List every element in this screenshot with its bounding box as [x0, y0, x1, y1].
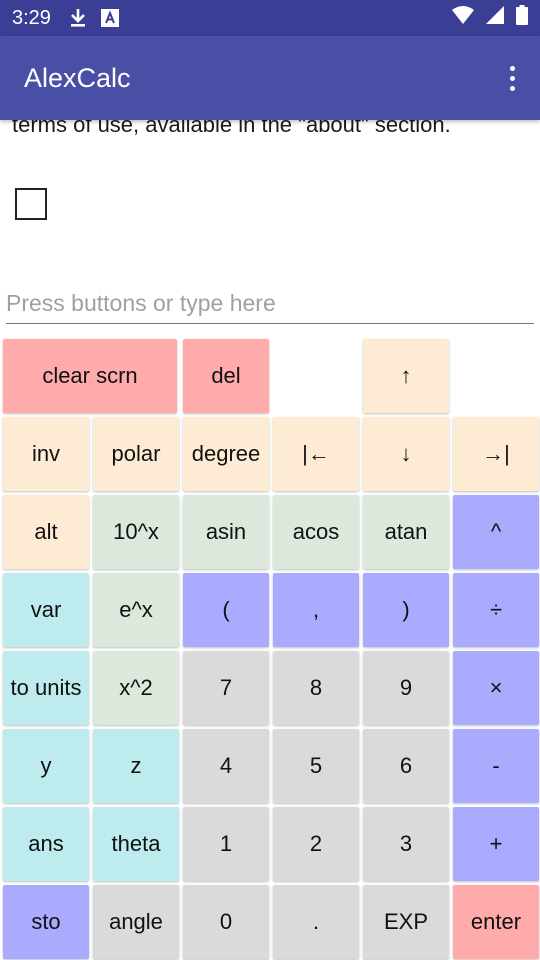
- multiply-button[interactable]: ×: [453, 651, 539, 725]
- download-icon: [69, 8, 87, 28]
- power-button[interactable]: ^: [453, 495, 539, 569]
- cursor-up-button[interactable]: ↑: [363, 339, 449, 413]
- store-button[interactable]: sto: [3, 885, 89, 959]
- comma-button[interactable]: ,: [273, 573, 359, 647]
- terms-checkbox[interactable]: [15, 188, 47, 220]
- clear-screen-button[interactable]: clear scrn: [3, 339, 177, 413]
- digit-4-button[interactable]: 4: [183, 729, 269, 803]
- theta-button[interactable]: theta: [93, 807, 179, 881]
- main-content: terms of use, available in the "about" s…: [0, 120, 540, 336]
- open-paren-button[interactable]: (: [183, 573, 269, 647]
- asin-button[interactable]: asin: [183, 495, 269, 569]
- status-time: 3:29: [12, 6, 51, 29]
- digit-7-button[interactable]: 7: [183, 651, 269, 725]
- terms-text: terms of use, available in the "about" s…: [12, 120, 451, 137]
- subtract-button[interactable]: -: [453, 729, 539, 803]
- atan-button[interactable]: atan: [363, 495, 449, 569]
- app-bar: AlexCalc: [0, 36, 540, 120]
- digit-0-button[interactable]: 0: [183, 885, 269, 959]
- cursor-end-button[interactable]: →|: [453, 417, 539, 491]
- cellular-icon: [486, 6, 504, 30]
- close-paren-button[interactable]: ): [363, 573, 449, 647]
- text-a-icon: [100, 9, 119, 27]
- ans-button[interactable]: ans: [3, 807, 89, 881]
- acos-button[interactable]: acos: [273, 495, 359, 569]
- add-button[interactable]: +: [453, 807, 539, 881]
- polar-button[interactable]: polar: [93, 417, 179, 491]
- alt-button[interactable]: alt: [3, 495, 89, 569]
- var-button[interactable]: var: [3, 573, 89, 647]
- app-title: AlexCalc: [24, 62, 131, 93]
- keypad: clear scrn del ↑ inv polar degree |← ↓ →…: [0, 336, 540, 960]
- battery-icon: [516, 5, 528, 31]
- exponent-button[interactable]: EXP: [363, 885, 449, 959]
- degree-button[interactable]: degree: [183, 417, 269, 491]
- to-units-button[interactable]: to units: [3, 651, 89, 725]
- exp-e-button[interactable]: e^x: [93, 573, 179, 647]
- z-variable-button[interactable]: z: [93, 729, 179, 803]
- divide-button[interactable]: ÷: [453, 573, 539, 647]
- inv-button[interactable]: inv: [3, 417, 89, 491]
- digit-1-button[interactable]: 1: [183, 807, 269, 881]
- digit-5-button[interactable]: 5: [273, 729, 359, 803]
- digit-3-button[interactable]: 3: [363, 807, 449, 881]
- digit-2-button[interactable]: 2: [273, 807, 359, 881]
- square-button[interactable]: x^2: [93, 651, 179, 725]
- overflow-menu-icon[interactable]: [500, 58, 524, 98]
- expression-input-wrap: [6, 284, 534, 324]
- digit-6-button[interactable]: 6: [363, 729, 449, 803]
- status-bar: 3:29: [0, 0, 540, 36]
- expression-input[interactable]: [6, 284, 534, 323]
- enter-button[interactable]: enter: [453, 885, 539, 959]
- ten-power-button[interactable]: 10^x: [93, 495, 179, 569]
- cursor-down-button[interactable]: ↓: [363, 417, 449, 491]
- cursor-home-button[interactable]: |←: [273, 417, 359, 491]
- wifi-icon: [452, 6, 474, 30]
- digit-9-button[interactable]: 9: [363, 651, 449, 725]
- digit-8-button[interactable]: 8: [273, 651, 359, 725]
- delete-button[interactable]: del: [183, 339, 269, 413]
- decimal-point-button[interactable]: .: [273, 885, 359, 959]
- y-variable-button[interactable]: y: [3, 729, 89, 803]
- angle-button[interactable]: angle: [93, 885, 179, 959]
